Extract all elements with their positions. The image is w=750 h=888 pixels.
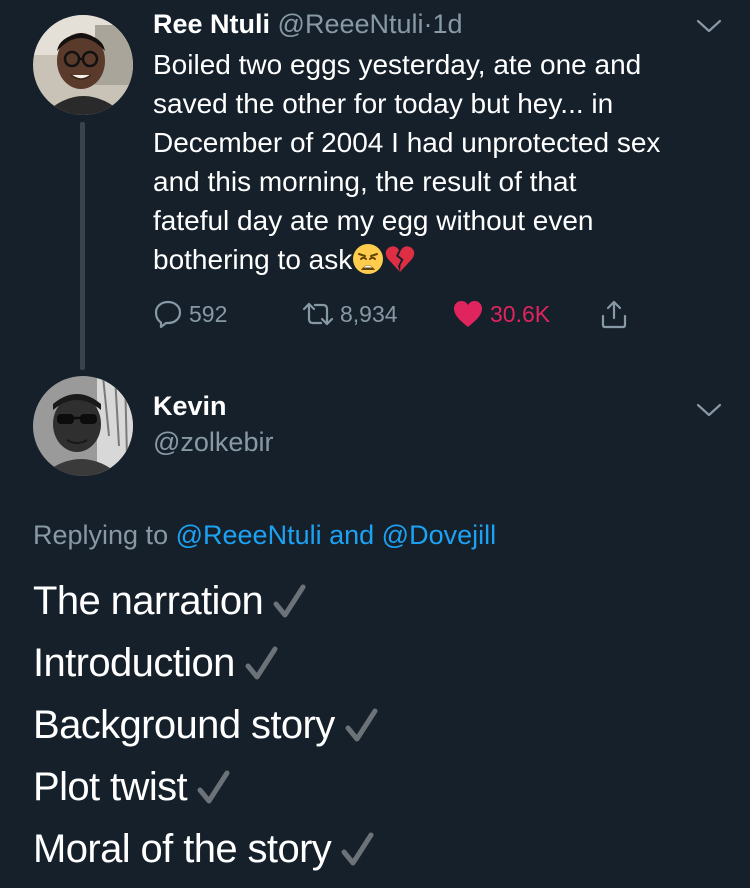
- reply-count: 592: [189, 301, 228, 327]
- check-mark-icon: [193, 764, 233, 804]
- avatar-ree-ntuli[interactable]: [33, 15, 133, 115]
- tweet-text-line: Boiled two eggs yesterday, ate one and: [153, 49, 642, 80]
- reply-author-handle[interactable]: @zolkebir: [153, 424, 273, 460]
- reply-line: Plot twist: [33, 756, 381, 818]
- retweet-count: 8,934: [340, 301, 398, 327]
- check-mark-icon: [341, 702, 381, 742]
- author-handle[interactable]: @ReeeNtuli: [278, 9, 424, 39]
- tweet-action-bar: 592 8,934 30.6K: [0, 296, 750, 332]
- heart-icon[interactable]: [452, 299, 484, 329]
- reply-line: Background story: [33, 694, 381, 756]
- reply-line: The narration: [33, 570, 381, 632]
- like-count: 30.6K: [490, 301, 551, 327]
- mention-link[interactable]: @ReeeNtuli: [176, 520, 322, 550]
- reply-body: The narration Introduction Background st…: [33, 570, 381, 880]
- tweet-text-line: bothering to ask: [153, 244, 353, 275]
- share-action[interactable]: [598, 296, 630, 332]
- reply-line-text: The narration: [33, 579, 264, 623]
- author-display-name[interactable]: Ree Ntuli: [153, 9, 270, 39]
- tweet-timestamp[interactable]: 1d: [433, 9, 463, 39]
- mention-link[interactable]: @Dovejill: [382, 520, 496, 550]
- reply-line-text: Moral of the story: [33, 827, 332, 871]
- timestamp-separator: ·: [423, 9, 433, 39]
- reply-line: Introduction: [33, 632, 381, 694]
- tweet-text-last-line: bothering to ask: [153, 240, 733, 279]
- reply-author-display-name[interactable]: Kevin: [153, 388, 227, 424]
- tweet-text-line: fateful day ate my egg without even: [153, 205, 594, 236]
- check-mark-icon: [241, 640, 281, 680]
- check-mark-icon: [337, 826, 377, 866]
- tweet-text-line: and this morning, the result of that: [153, 166, 577, 197]
- reply-line-text: Introduction: [33, 641, 235, 685]
- reply-action[interactable]: 592: [153, 296, 227, 332]
- weary-face-emoji: [352, 243, 384, 275]
- chevron-down-icon[interactable]: [696, 402, 722, 418]
- like-action[interactable]: 30.6K: [452, 296, 550, 332]
- retweet-action[interactable]: 8,934: [300, 296, 398, 332]
- mention-joiner: and: [329, 520, 375, 550]
- reply-line-text: Plot twist: [33, 765, 188, 809]
- broken-heart-emoji: [384, 243, 416, 275]
- tweet-header: Ree Ntuli @ReeeNtuli·1d: [153, 6, 463, 42]
- reply-line: Moral of the story: [33, 818, 381, 880]
- reply-icon[interactable]: [153, 299, 183, 329]
- avatar-kevin[interactable]: [33, 376, 133, 476]
- thread-connector: [80, 122, 85, 370]
- chevron-down-icon[interactable]: [696, 18, 722, 34]
- tweet-text-line: saved the other for today but hey... in: [153, 88, 614, 119]
- retweet-icon[interactable]: [300, 299, 336, 329]
- tweet-text-line: December of 2004 I had unprotected sex: [153, 127, 661, 158]
- tweet-body: Boiled two eggs yesterday, ate one and s…: [153, 45, 733, 279]
- share-icon[interactable]: [598, 298, 630, 330]
- reply-line-text: Background story: [33, 703, 335, 747]
- replying-to-label: Replying to: [33, 520, 169, 550]
- check-mark-icon: [269, 578, 309, 618]
- replying-to: Replying to @ReeeNtuli and @Dovejill: [33, 516, 496, 554]
